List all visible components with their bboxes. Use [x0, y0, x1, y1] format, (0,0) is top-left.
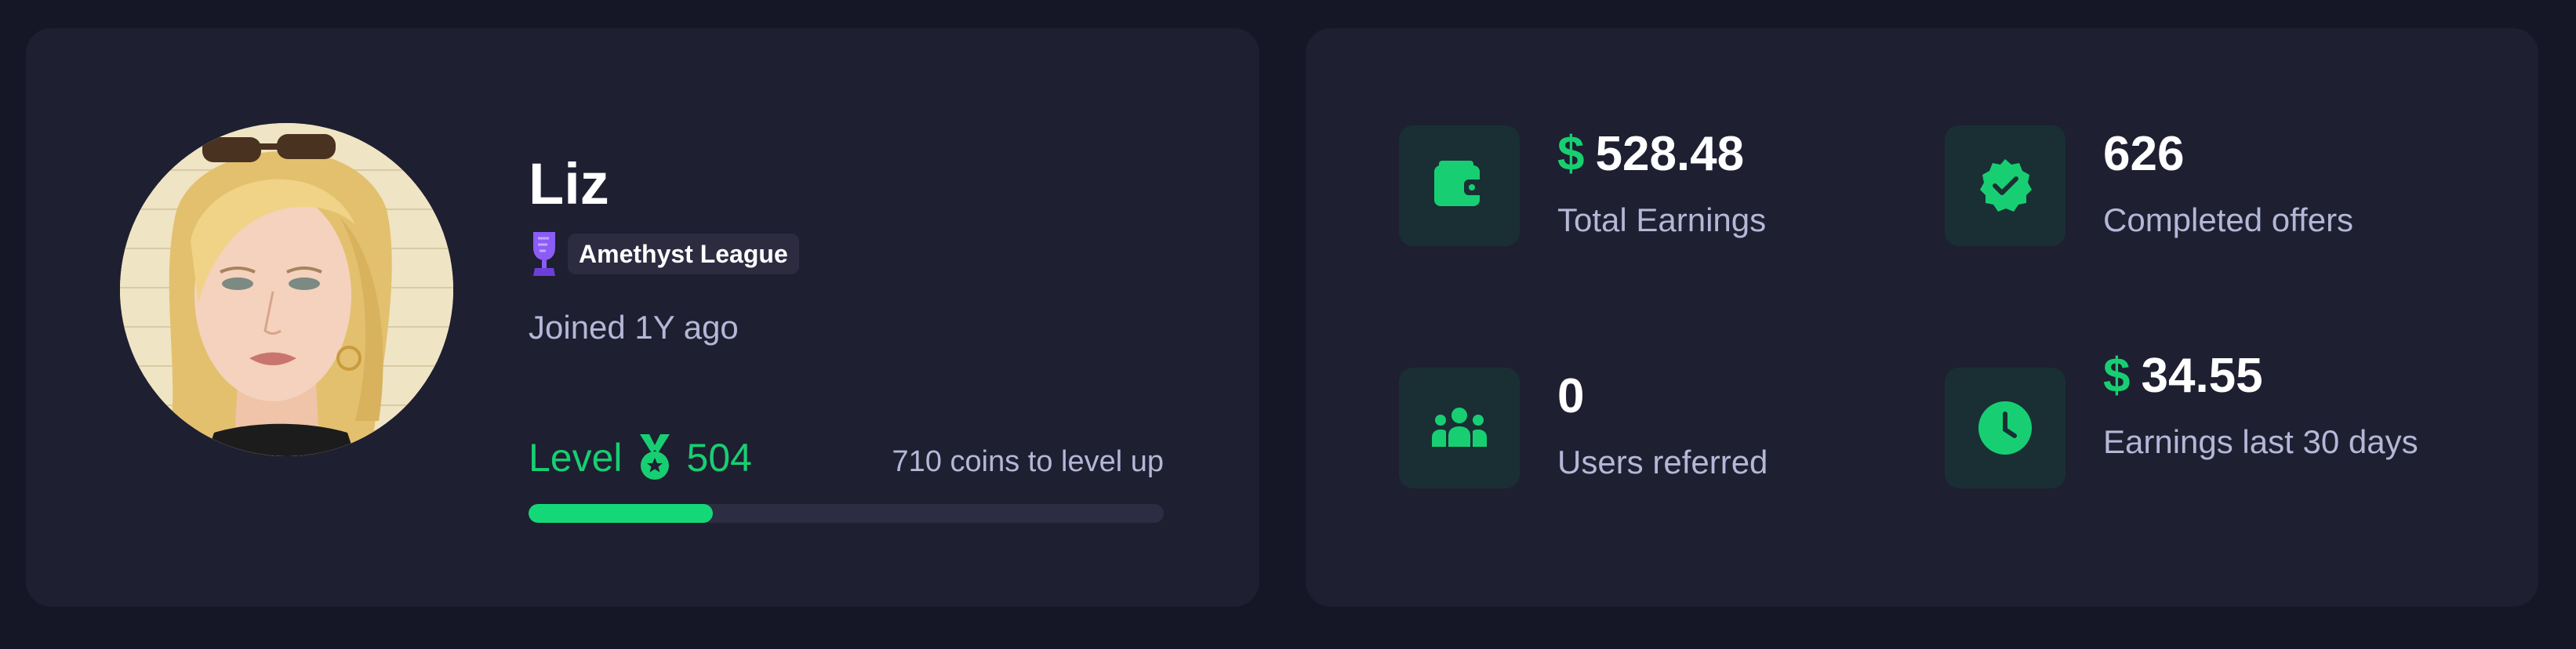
profile-card: Liz Amethyst League Joined 1Y ago Level … — [26, 28, 1259, 607]
level-progress-bar — [529, 504, 1164, 523]
stat-icon-box — [1945, 368, 2066, 488]
wallet-icon — [1434, 161, 1484, 206]
joined-date: Joined 1Y ago — [529, 309, 739, 346]
total-earnings-label: Total Earnings — [1557, 201, 1767, 238]
league-label: Amethyst League — [568, 234, 799, 274]
earnings-30-days-value: 34.55 — [2141, 349, 2263, 403]
users-icon — [1432, 408, 1487, 447]
stat-icon-box — [1399, 125, 1520, 246]
currency-symbol: $ — [2103, 349, 2131, 403]
verified-badge-icon — [1980, 159, 2032, 212]
avatar — [120, 123, 453, 456]
stat-icon-box — [1399, 368, 1520, 488]
users-referred-label: Users referred — [1557, 444, 1768, 480]
users-referred-value: 0 — [1557, 369, 1585, 423]
coins-to-level-up: 710 coins to level up — [892, 445, 1164, 478]
level-indicator: Level 504 — [529, 434, 752, 481]
stats-card: $528.48 Total Earnings 626 Completed off… — [1306, 28, 2538, 607]
stat-icon-box — [1945, 125, 2066, 246]
total-earnings-value: 528.48 — [1595, 127, 1745, 181]
currency-symbol: $ — [1557, 127, 1585, 181]
level-label: Level — [529, 436, 623, 480]
earnings-30-days-label: Earnings last 30 days — [2103, 423, 2418, 460]
level-progress-fill — [529, 504, 713, 523]
completed-offers-label: Completed offers — [2103, 201, 2354, 238]
completed-offers-value: 626 — [2103, 127, 2185, 181]
level-number: 504 — [686, 436, 752, 480]
trophy-icon — [533, 232, 555, 276]
medal-icon — [639, 434, 670, 480]
clock-icon — [1978, 401, 2032, 455]
league-badge: Amethyst League — [529, 228, 799, 280]
user-name: Liz — [529, 151, 609, 216]
stat-value: $34.55 — [2103, 352, 2417, 401]
stat-value: $528.48 — [1557, 130, 1871, 179]
